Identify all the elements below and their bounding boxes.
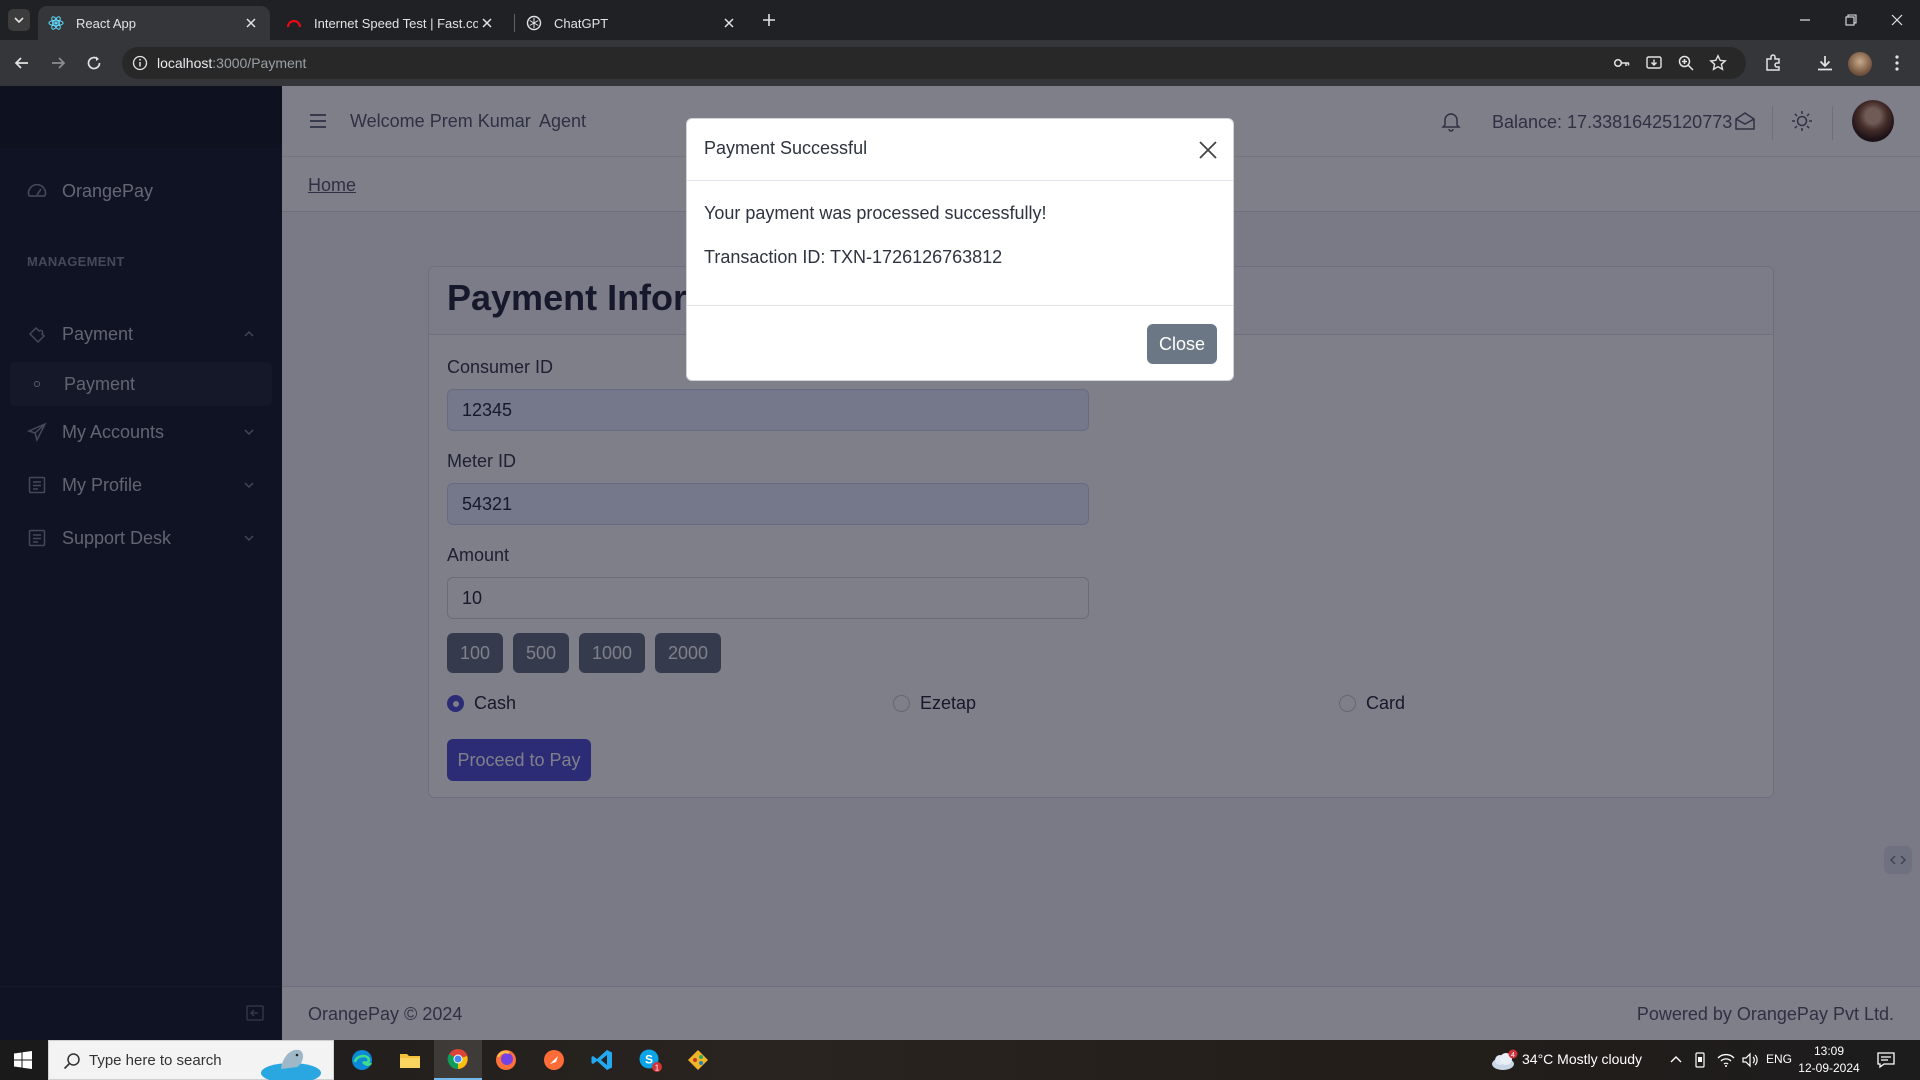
chrome-icon xyxy=(447,1049,468,1070)
wifi-icon[interactable] xyxy=(1716,1050,1736,1070)
notification-center-icon[interactable] xyxy=(1876,1050,1896,1070)
edge-icon xyxy=(352,1050,373,1070)
skype-icon: S1 xyxy=(639,1049,662,1072)
fast-icon xyxy=(286,19,302,28)
reload-button[interactable] xyxy=(82,51,106,75)
browser-menu-icon[interactable] xyxy=(1886,52,1908,74)
modal-close-button[interactable]: Close xyxy=(1147,324,1217,364)
url-host: localhost xyxy=(157,55,213,71)
firefox-icon xyxy=(496,1050,516,1070)
taskbar-search-box[interactable]: Type here to search xyxy=(48,1040,334,1080)
svg-text:S: S xyxy=(645,1053,653,1067)
search-placeholder: Type here to search xyxy=(89,1052,222,1069)
vscode-icon xyxy=(591,1050,612,1070)
device-icon[interactable] xyxy=(1690,1050,1710,1070)
cloud-icon: 4 xyxy=(1492,1049,1518,1070)
modal-message: Your payment was processed successfully! xyxy=(704,203,1047,223)
tab-title: ChatGPT xyxy=(554,15,609,31)
bookmark-star-icon[interactable] xyxy=(1708,53,1728,73)
close-window-button[interactable] xyxy=(1874,0,1920,40)
payment-success-modal: Payment Successful Your payment was proc… xyxy=(686,118,1234,381)
modal-footer: Close xyxy=(687,305,1233,381)
address-bar[interactable]: localhost:3000/Payment xyxy=(122,47,1746,79)
weather-widget[interactable]: 4 xyxy=(1490,1049,1518,1071)
start-button[interactable] xyxy=(0,1040,46,1080)
url-path: :3000/Payment xyxy=(212,55,307,71)
tab-fast-com[interactable]: Internet Speed Test | Fast.com xyxy=(276,6,506,40)
back-button[interactable] xyxy=(10,51,34,75)
browser-tab-bar: React App Internet Speed Test | Fast.com… xyxy=(0,0,1920,40)
tab-close-icon[interactable] xyxy=(720,14,738,32)
tab-title: Internet Speed Test | Fast.com xyxy=(314,15,478,31)
taskbar-edge[interactable] xyxy=(338,1040,386,1080)
react-icon xyxy=(48,16,64,30)
chevron-down-icon xyxy=(14,17,24,24)
tab-close-icon[interactable] xyxy=(242,14,260,32)
tab-search-button[interactable] xyxy=(8,9,30,31)
minimize-icon xyxy=(1800,19,1810,21)
reload-icon xyxy=(87,56,101,70)
extensions-icon[interactable] xyxy=(1762,52,1784,74)
browser-profile-avatar[interactable] xyxy=(1848,52,1872,76)
zoom-icon[interactable] xyxy=(1676,53,1696,73)
language-indicator[interactable]: ENG xyxy=(1766,1052,1792,1066)
modal-title: Payment Successful xyxy=(704,138,868,158)
weather-text[interactable]: 34°C Mostly cloudy xyxy=(1522,1051,1642,1067)
browser-toolbar: localhost:3000/Payment xyxy=(0,40,1920,86)
site-info-icon[interactable] xyxy=(130,53,150,73)
arrow-right-icon xyxy=(52,57,66,69)
taskbar-vscode[interactable] xyxy=(578,1040,626,1080)
postman-icon xyxy=(544,1050,564,1070)
taskbar-firefox[interactable] xyxy=(482,1040,530,1080)
close-icon xyxy=(1891,14,1903,26)
plus-icon xyxy=(763,14,775,26)
install-app-icon[interactable] xyxy=(1644,53,1664,73)
skype-badge: 1 xyxy=(655,1063,660,1072)
new-tab-button[interactable] xyxy=(758,9,780,31)
weather-badge: 4 xyxy=(1511,1052,1515,1059)
taskbar-git[interactable] xyxy=(674,1040,722,1080)
restore-icon xyxy=(1845,14,1857,26)
tab-separator xyxy=(514,14,515,32)
minimize-button[interactable] xyxy=(1782,0,1828,40)
transaction-id-text: Transaction ID: TXN-1726126763812 xyxy=(704,247,1003,267)
taskbar-chrome[interactable] xyxy=(434,1040,482,1080)
tab-title: React App xyxy=(76,15,136,31)
downloads-icon[interactable] xyxy=(1814,52,1836,74)
folder-icon xyxy=(400,1054,420,1068)
chevron-up-icon[interactable] xyxy=(1666,1050,1686,1070)
restore-button[interactable] xyxy=(1828,0,1874,40)
taskbar-clock[interactable]: 13:09 12-09-2024 xyxy=(1794,1043,1864,1077)
tab-react-app[interactable]: React App xyxy=(38,6,270,40)
chatgpt-icon xyxy=(526,15,542,31)
tab-close-icon[interactable] xyxy=(478,14,496,32)
close-icon[interactable] xyxy=(1197,139,1219,161)
windows-taskbar: Type here to search S1 4 34°C Mostly clo… xyxy=(0,1040,1920,1080)
taskbar-postman[interactable] xyxy=(530,1040,578,1080)
arrow-left-icon xyxy=(14,57,28,69)
taskbar-file-explorer[interactable] xyxy=(386,1040,434,1080)
modal-header: Payment Successful xyxy=(687,119,1233,181)
tab-chatgpt[interactable]: ChatGPT xyxy=(516,6,748,40)
taskbar-skype[interactable]: S1 xyxy=(626,1040,674,1080)
clock-time: 13:09 xyxy=(1813,1044,1845,1058)
windows-logo-icon xyxy=(14,1051,32,1069)
page-viewport: OrangePay MANAGEMENT Payment Payment My … xyxy=(0,86,1920,1040)
password-key-icon[interactable] xyxy=(1612,53,1632,73)
git-tool-icon xyxy=(688,1050,708,1070)
forward-button[interactable] xyxy=(46,51,70,75)
speaker-icon[interactable] xyxy=(1740,1050,1760,1070)
search-icon xyxy=(63,1053,80,1070)
search-highlight-icon xyxy=(261,1049,321,1080)
clock-date: 12-09-2024 xyxy=(1798,1061,1860,1075)
url-text: localhost:3000/Payment xyxy=(157,55,306,71)
